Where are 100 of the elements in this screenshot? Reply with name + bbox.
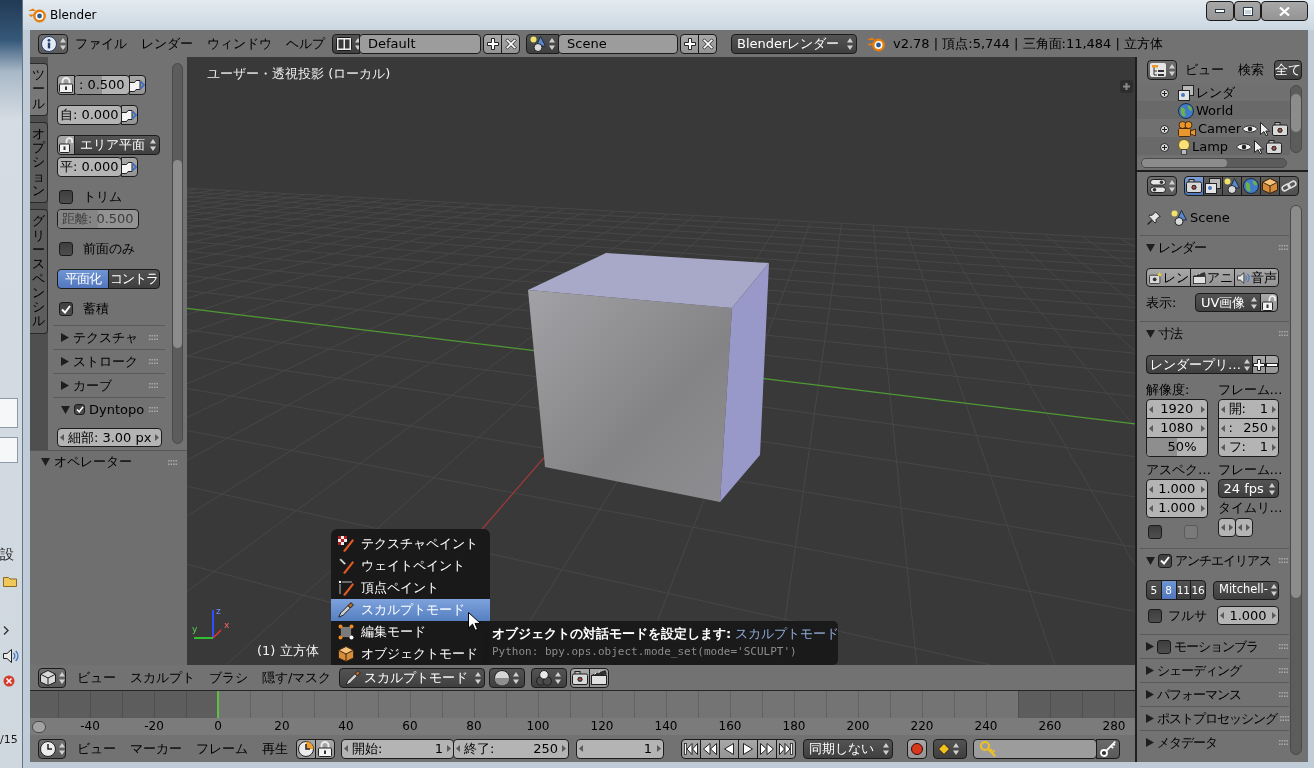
pressure-button[interactable] <box>120 157 138 177</box>
outliner-item[interactable]: レンダ <box>1196 85 1240 101</box>
keying-set-field[interactable] <box>973 738 1097 759</box>
add-button[interactable] <box>483 33 502 54</box>
checkbox-label[interactable]: フルサ <box>1168 607 1207 624</box>
scrollbar[interactable] <box>1141 158 1287 168</box>
scene-name-field[interactable]: Scene <box>558 33 678 54</box>
menu-item[interactable]: ビュー <box>70 739 123 758</box>
outliner-item[interactable]: Lamp <box>1192 139 1236 155</box>
menu-item[interactable]: フレーム <box>189 739 255 758</box>
dropdown[interactable]: Mitchell- <box>1213 580 1279 600</box>
jump-start-button[interactable] <box>681 738 701 759</box>
keying-dropdown[interactable] <box>933 738 967 759</box>
lock-button[interactable] <box>315 738 335 759</box>
pressure-button[interactable] <box>120 105 138 125</box>
menu-item[interactable]: ビュー <box>70 668 123 687</box>
audio-button[interactable]: 音声 <box>1234 268 1279 287</box>
playhead[interactable] <box>216 691 219 718</box>
toggle-button[interactable]: 平面化 <box>57 269 109 289</box>
sample-button[interactable]: 5 <box>1146 580 1162 600</box>
context-tab[interactable] <box>1241 176 1261 196</box>
checkbox[interactable] <box>1148 525 1162 539</box>
eye-icon[interactable] <box>1242 124 1258 134</box>
pressure-button[interactable] <box>128 75 146 95</box>
maximize-button[interactable] <box>1234 1 1261 21</box>
plus-circle-icon[interactable] <box>1160 88 1169 98</box>
pivot-dropdown[interactable] <box>531 667 568 688</box>
checkbox[interactable] <box>74 404 85 415</box>
scrollbar-thumb[interactable] <box>1291 94 1301 132</box>
preset-dropdown[interactable]: レンダープリ… <box>1146 355 1253 374</box>
slider-field[interactable]: 50% <box>1146 437 1208 457</box>
triangle-down-icon[interactable] <box>41 458 50 466</box>
menu-item[interactable]: レンダー <box>134 34 200 53</box>
shading-dropdown[interactable] <box>489 667 526 688</box>
number-field[interactable]: 1.000 <box>1217 606 1279 625</box>
delete-button[interactable] <box>698 33 717 54</box>
editor-type-button[interactable] <box>38 738 66 759</box>
render-image-button[interactable] <box>570 667 591 688</box>
play-reverse-button[interactable] <box>719 738 739 759</box>
context-tab[interactable] <box>1222 176 1242 196</box>
scrollbar[interactable] <box>32 720 46 733</box>
sync-dropdown[interactable]: 同期しない <box>803 738 893 759</box>
menu-item[interactable]: スカルプト <box>123 668 202 687</box>
number-field[interactable]: 細部: 3.00 px <box>57 428 163 447</box>
pointer-arrow-icon[interactable] <box>1254 140 1264 154</box>
previous-keyframe-button[interactable] <box>700 738 720 759</box>
editor-type-button[interactable] <box>1147 60 1177 80</box>
checkbox-label[interactable]: 蓄積 <box>83 301 109 317</box>
record-button[interactable] <box>907 738 927 759</box>
outliner-item[interactable]: World <box>1196 103 1240 119</box>
remove-button[interactable] <box>1265 355 1279 374</box>
tab[interactable]: ツール <box>30 63 48 116</box>
scrollbar[interactable] <box>1290 85 1302 153</box>
panel-title[interactable]: アンチエイリアス <box>1175 552 1271 569</box>
panel-title[interactable]: ポストプロセッシング <box>1157 710 1277 727</box>
close-button[interactable] <box>1261 1 1308 21</box>
menu-item[interactable]: ウィンドウ <box>200 34 279 53</box>
panel-title[interactable]: パフォーマンス <box>1157 686 1241 703</box>
tab[interactable]: グリースペンシル <box>30 209 48 334</box>
jump-end-button[interactable] <box>776 738 796 759</box>
panel-title[interactable]: テクスチャ <box>73 329 138 346</box>
auto-keying-button[interactable] <box>296 738 316 759</box>
scrollbar-thumb[interactable] <box>173 160 182 348</box>
pin-icon[interactable] <box>1147 211 1161 225</box>
layout-menu-button[interactable] <box>332 33 360 54</box>
dropdown[interactable]: UV画像 <box>1195 293 1261 312</box>
render-animation-button[interactable] <box>589 667 610 688</box>
checkbox[interactable] <box>1157 639 1171 654</box>
scrollbar[interactable] <box>1290 205 1302 755</box>
sample-button[interactable]: 16 <box>1190 580 1206 600</box>
menu-item[interactable]: テクスチャペイント <box>331 533 490 555</box>
number-field[interactable]: 1.000 <box>1146 498 1208 518</box>
panel-title[interactable]: シェーディング <box>1157 662 1241 679</box>
checkbox[interactable] <box>1158 553 1172 568</box>
menu-item[interactable]: ビュー <box>1178 61 1231 79</box>
number-field[interactable]: 1920 <box>1146 399 1208 419</box>
triangle-down-icon[interactable] <box>1146 329 1155 338</box>
tab[interactable]: オプション <box>30 121 48 204</box>
checkbox[interactable] <box>1148 608 1162 623</box>
lock-button[interactable] <box>1260 293 1278 312</box>
checkbox-label[interactable]: 前面のみ <box>83 241 135 257</box>
number-field[interactable]: 開始: 1 <box>341 738 454 759</box>
menu-item[interactable]: 頂点ペイント <box>331 577 490 599</box>
lock-button[interactable] <box>57 75 75 95</box>
slider-field[interactable]: : 0.500 <box>74 75 130 95</box>
number-field[interactable]: 終了: 250 <box>453 738 569 759</box>
panel-title[interactable]: Dyntopo <box>89 401 145 418</box>
filter-button[interactable]: 全て <box>1274 60 1302 80</box>
plus-circle-icon[interactable] <box>1160 142 1169 152</box>
eye-icon[interactable] <box>1236 142 1252 152</box>
plus-icon[interactable] <box>1120 80 1133 93</box>
triangle-down-icon[interactable] <box>1146 243 1155 252</box>
number-field[interactable]: 開: 1 <box>1217 399 1279 419</box>
editor-type-button[interactable] <box>1147 176 1177 196</box>
menu-item[interactable]: ブラシ <box>202 668 255 687</box>
mode-dropdown[interactable]: スカルプトモード <box>339 667 486 688</box>
number-field[interactable]: 1080 <box>1146 418 1208 438</box>
triangle-right-icon[interactable] <box>61 357 69 366</box>
triangle-right-icon[interactable] <box>1146 738 1154 747</box>
menu-item[interactable]: スカルプトモード <box>331 599 490 621</box>
